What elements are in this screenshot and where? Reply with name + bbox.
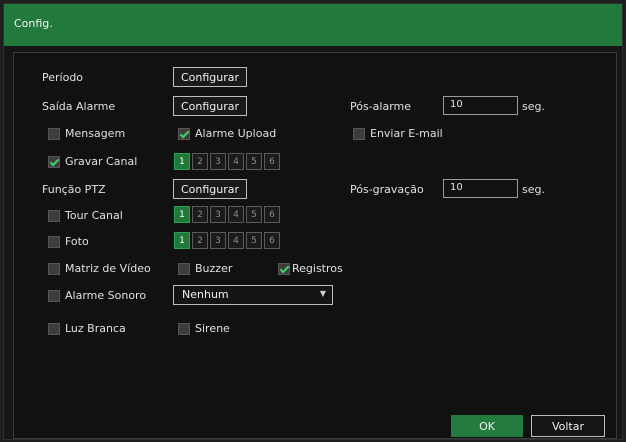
foto-checkbox[interactable] (48, 236, 60, 248)
foto-channel-1[interactable]: 1 (174, 232, 190, 249)
foto-channel-5[interactable]: 5 (246, 232, 262, 249)
luz-branca-label: Luz Branca (65, 322, 126, 335)
matriz-video-label: Matriz de Vídeo (65, 262, 151, 275)
gravar-channel-2[interactable]: 2 (192, 153, 208, 170)
pos-gravacao-label: Pós-gravação (350, 183, 424, 196)
pos-alarme-unit: seg. (522, 100, 545, 113)
alarme-sonoro-checkbox[interactable] (48, 290, 60, 302)
tour-canal-checkbox[interactable] (48, 210, 60, 222)
config-dialog: Config. Período Configurar Saída Alarme … (3, 3, 623, 440)
tour-channel-6[interactable]: 6 (264, 206, 280, 223)
periodo-label: Período (42, 71, 84, 84)
alarme-sonoro-label: Alarme Sonoro (65, 289, 147, 302)
title-bar: Config. (4, 4, 622, 46)
ok-button[interactable]: OK (451, 415, 523, 437)
funcao-ptz-label: Função PTZ (42, 183, 106, 196)
pos-alarme-label: Pós-alarme (350, 100, 412, 113)
alarme-upload-checkbox[interactable] (178, 128, 190, 140)
tour-channel-1[interactable]: 1 (174, 206, 190, 223)
sirene-label: Sirene (195, 322, 230, 335)
sirene-checkbox[interactable] (178, 323, 190, 335)
mensagem-checkbox[interactable] (48, 128, 60, 140)
enviar-email-checkbox[interactable] (353, 128, 365, 140)
foto-channel-2[interactable]: 2 (192, 232, 208, 249)
luz-branca-checkbox[interactable] (48, 323, 60, 335)
tour-channel-2[interactable]: 2 (192, 206, 208, 223)
gravar-channel-4[interactable]: 4 (228, 153, 244, 170)
tour-channel-4[interactable]: 4 (228, 206, 244, 223)
pos-alarme-input[interactable]: 10 (443, 96, 518, 115)
foto-label: Foto (65, 235, 89, 248)
funcao-ptz-configure-button[interactable]: Configurar (173, 179, 247, 199)
saida-alarme-label: Saída Alarme (42, 100, 116, 113)
pos-gravacao-input[interactable]: 10 (443, 179, 518, 198)
settings-panel: Período Configurar Saída Alarme Configur… (13, 52, 617, 439)
registros-label: Registros (292, 262, 343, 275)
chevron-down-icon: ▼ (319, 289, 326, 298)
tour-channel-5[interactable]: 5 (246, 206, 262, 223)
alarme-sonoro-select[interactable]: Nenhum ▼ (173, 285, 333, 305)
matriz-video-checkbox[interactable] (48, 263, 60, 275)
mensagem-label: Mensagem (65, 127, 126, 140)
tour-canal-label: Tour Canal (65, 209, 123, 222)
buzzer-checkbox[interactable] (178, 263, 190, 275)
tour-canal-channels: 1 2 3 4 5 6 (174, 206, 280, 223)
foto-channel-4[interactable]: 4 (228, 232, 244, 249)
voltar-button[interactable]: Voltar (531, 415, 605, 437)
pos-gravacao-unit: seg. (522, 183, 545, 196)
gravar-canal-label: Gravar Canal (65, 155, 138, 168)
registros-checkbox[interactable] (278, 263, 290, 275)
gravar-channel-3[interactable]: 3 (210, 153, 226, 170)
enviar-email-label: Enviar E-mail (370, 127, 443, 140)
gravar-channel-6[interactable]: 6 (264, 153, 280, 170)
buzzer-label: Buzzer (195, 262, 233, 275)
gravar-canal-checkbox[interactable] (48, 156, 60, 168)
foto-channel-3[interactable]: 3 (210, 232, 226, 249)
alarme-sonoro-selected-value: Nenhum (182, 288, 229, 301)
gravar-canal-channels: 1 2 3 4 5 6 (174, 153, 280, 170)
saida-alarme-configure-button[interactable]: Configurar (173, 96, 247, 116)
periodo-configure-button[interactable]: Configurar (173, 67, 247, 87)
foto-channel-6[interactable]: 6 (264, 232, 280, 249)
window-title: Config. (14, 17, 53, 30)
gravar-channel-5[interactable]: 5 (246, 153, 262, 170)
tour-channel-3[interactable]: 3 (210, 206, 226, 223)
alarme-upload-label: Alarme Upload (195, 127, 277, 140)
foto-channels: 1 2 3 4 5 6 (174, 232, 280, 249)
gravar-channel-1[interactable]: 1 (174, 153, 190, 170)
